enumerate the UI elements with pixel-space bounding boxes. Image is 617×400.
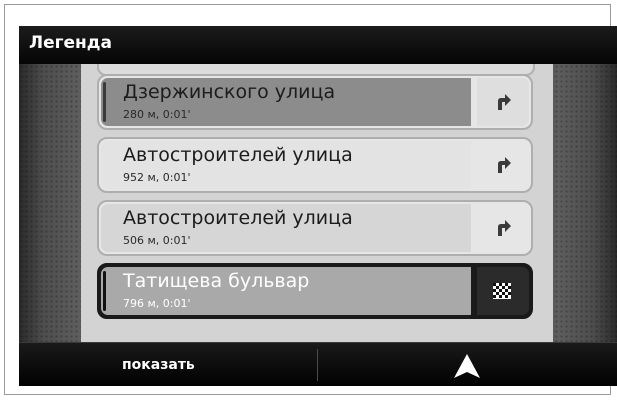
navigator-screen: Легенда Дзержинского улица 280 м, 0:01' … xyxy=(19,26,617,386)
distance-time: 280 м, 0:01' xyxy=(123,108,191,121)
page-title: Легенда xyxy=(29,33,113,53)
route-list-area[interactable]: Дзержинского улица 280 м, 0:01' Автостро… xyxy=(19,64,617,342)
distance-time: 796 м, 0:01' xyxy=(123,297,191,310)
maneuver-cell xyxy=(477,267,529,315)
route-item-accent xyxy=(103,271,106,311)
maneuver-cell xyxy=(477,141,529,189)
bottom-bar: показать xyxy=(19,342,617,386)
maneuver-cell xyxy=(477,78,529,126)
route-item-accent xyxy=(103,82,106,122)
navigation-button[interactable] xyxy=(318,343,617,386)
route-item[interactable]: Автостроителей улица 506 м, 0:01' xyxy=(97,200,533,256)
distance-time: 952 м, 0:01' xyxy=(123,171,191,184)
street-name: Автостроителей улица xyxy=(123,144,353,166)
title-bar: Легенда xyxy=(19,26,617,65)
turn-right-icon xyxy=(498,157,511,173)
show-button[interactable]: показать xyxy=(19,343,317,386)
route-item[interactable]: Автостроителей улица 952 м, 0:01' xyxy=(97,137,533,193)
turn-right-icon xyxy=(498,94,511,110)
maneuver-cell xyxy=(477,204,529,252)
route-list[interactable]: Дзержинского улица 280 м, 0:01' Автостро… xyxy=(81,64,553,342)
show-button-label: показать xyxy=(122,357,195,373)
turn-right-icon xyxy=(498,220,511,236)
distance-time: 506 м, 0:01' xyxy=(123,234,191,247)
street-name: Дзержинского улица xyxy=(123,81,336,103)
street-name: Татищева бульвар xyxy=(123,270,310,292)
finish-flag-icon xyxy=(493,283,511,299)
route-item[interactable]: Дзержинского улица 280 м, 0:01' xyxy=(97,74,533,130)
route-item-selected[interactable]: Татищева бульвар 796 м, 0:01' xyxy=(97,263,533,319)
street-name: Автостроителей улица xyxy=(123,207,353,229)
navigation-arrow-icon xyxy=(454,354,480,378)
